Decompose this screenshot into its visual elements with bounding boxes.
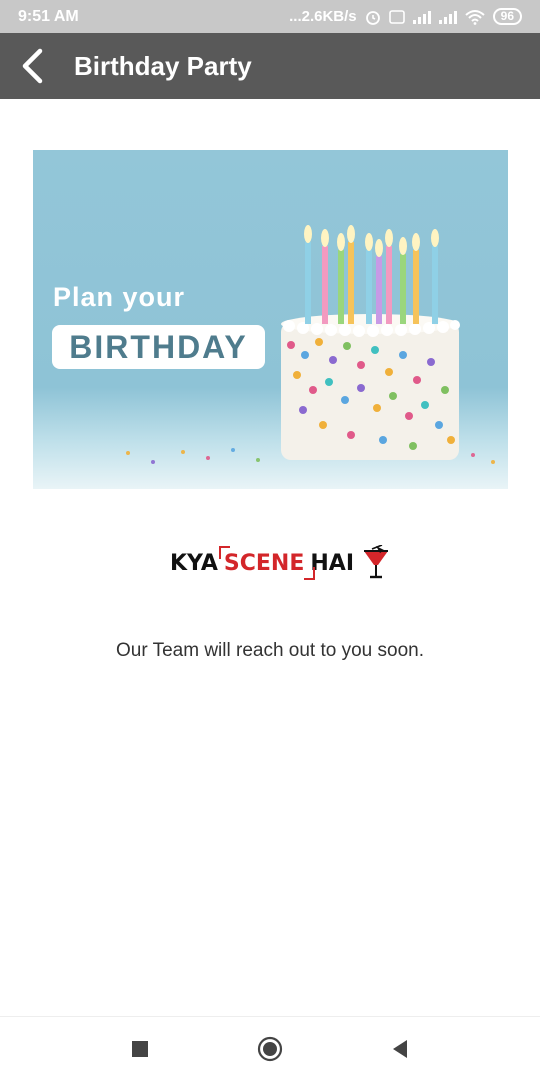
wifi-icon [464,9,485,25]
banner-headline: Plan your [53,282,186,312]
back-button[interactable] [0,33,64,99]
cocktail-glass-icon [364,545,388,579]
birthday-banner-image: Plan your BIRTHDAY [33,150,508,489]
status-indicators: ...2.6KB/s 96 [289,8,522,25]
signal-4g-icon [412,10,431,24]
back-nav-button[interactable] [378,1027,422,1071]
triangle-back-icon [393,1039,407,1058]
back-arrow-icon [22,48,43,84]
recents-button[interactable] [118,1027,162,1071]
confirmation-message: Our Team will reach out to you soon. [115,640,425,661]
app-bar: Birthday Party [0,33,540,99]
battery-icon: 96 [492,8,522,25]
alarm-icon [365,10,380,25]
logo-word-hai: HAI [310,550,354,576]
home-button[interactable] [248,1027,292,1071]
banner-birthday-text: BIRTHDAY [69,328,248,365]
birthday-cake-illustration [126,225,495,464]
status-bar: 9:51 AM ...2.6KB/s 96 [0,0,540,33]
page-title: Birthday Party [74,50,252,81]
status-time: 9:51 AM [18,7,79,25]
network-speed: ...2.6KB/s [289,8,357,25]
system-nav-bar [0,1016,540,1080]
logo-bracket-icon [218,545,315,580]
home-circle-icon [257,1036,283,1061]
signal-icon [438,10,457,24]
logo-word-kya: KYA [170,550,218,576]
square-icon [132,1040,148,1057]
banner-label-box: BIRTHDAY [52,325,265,369]
kya-scene-hai-logo: KYA SCENE HAI [170,543,394,583]
volte-icon [388,9,405,24]
logo-word-scene: SCENE [218,545,315,580]
